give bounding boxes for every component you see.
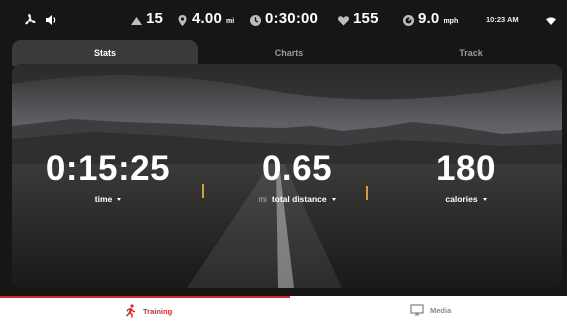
nav-training-label: Training [143, 306, 173, 316]
chevron-down-icon [117, 197, 122, 201]
bottom-nav: Training Media [0, 296, 567, 324]
speed-icon [402, 14, 415, 27]
calories-label[interactable]: calories [445, 194, 487, 204]
elapsed-metric: 0:30:00 [249, 10, 318, 30]
tab-stats[interactable]: Stats [12, 40, 198, 66]
calories-value: 180 [436, 149, 496, 188]
stat-time: 0:15:25 time [42, 150, 174, 207]
distance-unit: mi [226, 18, 235, 25]
location-pin-icon [176, 14, 189, 27]
nav-training[interactable]: Training [123, 304, 172, 318]
fan-icon[interactable] [22, 12, 38, 28]
nav-media-label: Media [430, 305, 452, 315]
heart-icon [337, 14, 350, 27]
time-label[interactable]: time [94, 194, 122, 204]
heart-rate-metric: 155 [337, 10, 379, 30]
stats-panel: 0:15:25 time 0.65 mi total distance 180 … [12, 64, 562, 288]
speed-unit: mph [443, 18, 459, 25]
clock-icon [249, 14, 262, 27]
heart-rate-value: 155 [353, 10, 379, 27]
tab-track[interactable]: Track [380, 40, 562, 66]
time-label-text: time [94, 194, 113, 204]
distance-label[interactable]: mi total distance [258, 194, 336, 204]
calories-label-text: calories [445, 194, 478, 204]
time-value: 0:15:25 [45, 149, 171, 188]
distance-stat-unit: mi [258, 194, 267, 204]
status-bar: 15 4.00 mi 0:30:00 155 9.0 mph 10:23 AM [0, 0, 567, 40]
clock-time: 10:23 AM [486, 15, 519, 24]
stat-calories: 180 calories [416, 150, 516, 207]
media-screen-icon [410, 304, 424, 316]
incline-icon [130, 14, 143, 27]
runner-icon [126, 304, 136, 318]
incline-value: 15 [146, 10, 164, 27]
distance-value: 4.00 [192, 10, 222, 27]
chevron-down-icon [482, 197, 487, 201]
workout-progress-bar [0, 296, 290, 298]
incline-metric: 15 [130, 10, 163, 30]
chevron-down-icon [331, 197, 336, 201]
distance-metric: 4.00 mi [176, 10, 234, 30]
stat-distance: 0.65 mi total distance [232, 150, 362, 207]
elapsed-value: 0:30:00 [265, 10, 319, 27]
nav-media[interactable]: Media [410, 304, 451, 316]
speed-metric: 9.0 mph [402, 10, 458, 30]
distance-label-text: total distance [271, 194, 327, 204]
screen: 15 4.00 mi 0:30:00 155 9.0 mph 10:23 AM … [0, 0, 567, 296]
distance-stat-value: 0.65 [261, 149, 333, 188]
volume-icon[interactable] [43, 12, 59, 28]
tab-charts[interactable]: Charts [198, 40, 380, 66]
tab-bar: Stats Charts Track [0, 40, 567, 66]
wifi-icon[interactable] [545, 14, 561, 30]
speed-value: 9.0 [418, 10, 440, 27]
